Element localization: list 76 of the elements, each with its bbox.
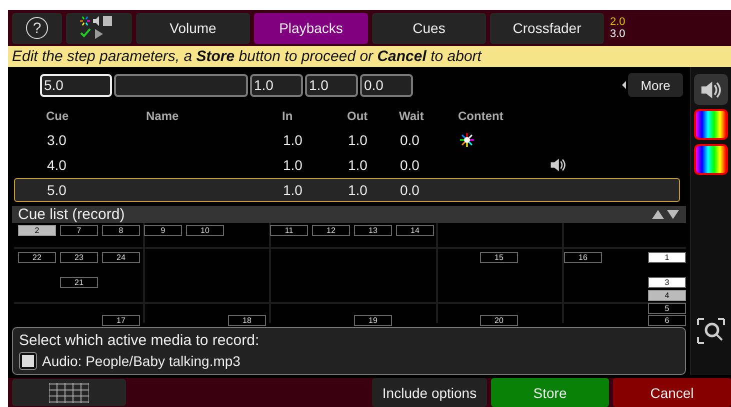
table-cell-text: 1.0 bbox=[283, 182, 304, 198]
speaker-button[interactable] bbox=[694, 74, 728, 105]
media-label: Audio: People/Baby talking.mp3 bbox=[42, 352, 240, 369]
playback-button[interactable]: 24 bbox=[102, 252, 140, 263]
table-cell-text: 3.0 bbox=[47, 132, 68, 148]
input-field[interactable]: 0.0 bbox=[360, 74, 413, 97]
table-cell-text: 1.0 bbox=[348, 156, 368, 173]
options-button[interactable]: Include options bbox=[372, 378, 487, 407]
cue-row[interactable]: 4.0 1.0 1.0 0.0 bbox=[14, 153, 680, 176]
playback-button[interactable]: 14 bbox=[396, 224, 434, 236]
cancel-button[interactable]: Cancel bbox=[613, 378, 731, 407]
checkbox[interactable] bbox=[19, 352, 37, 370]
playback-button[interactable]: 23 bbox=[60, 252, 98, 263]
playback-button[interactable]: 19 bbox=[354, 314, 392, 326]
table-cell-text: 1.0 bbox=[348, 182, 368, 198]
playback-button[interactable]: 4 bbox=[648, 290, 686, 301]
color-button[interactable] bbox=[694, 144, 728, 175]
more-button[interactable]: More bbox=[628, 73, 683, 98]
content-filter-button[interactable] bbox=[66, 12, 132, 44]
playback-button[interactable]: 6 bbox=[648, 314, 686, 326]
table-cell-text: 4.0 bbox=[47, 156, 68, 173]
grid-icon bbox=[49, 382, 89, 402]
column-header: Wait bbox=[399, 109, 425, 124]
playback-button[interactable]: 7 bbox=[60, 224, 98, 236]
input-field[interactable]: 1.0 bbox=[305, 74, 358, 97]
playback-button[interactable]: 16 bbox=[564, 252, 602, 263]
tab[interactable]: Crossfader bbox=[490, 12, 604, 44]
playback-button[interactable]: 17 bbox=[102, 314, 140, 326]
cue-list-title: Cue list (record) bbox=[18, 206, 125, 223]
input-field[interactable] bbox=[114, 74, 248, 97]
instruction-text: Edit the step parameters, a Store button to proceed or Cancel to abort bbox=[8, 46, 731, 67]
store-button[interactable]: Store bbox=[491, 378, 609, 407]
playback-button[interactable]: 21 bbox=[60, 276, 98, 288]
column-header: Content bbox=[458, 109, 504, 124]
playback-button[interactable]: 11 bbox=[270, 224, 308, 236]
help-button[interactable]: ? bbox=[12, 12, 62, 44]
tab[interactable]: Playbacks bbox=[254, 12, 368, 44]
cue-number: 2.0 bbox=[610, 16, 626, 28]
column-header: Name bbox=[146, 109, 180, 124]
playback-button[interactable]: 22 bbox=[18, 252, 56, 263]
input-field[interactable]: 1.0 bbox=[250, 74, 303, 97]
input-field[interactable]: 5.0 bbox=[40, 74, 112, 97]
playback-button[interactable]: 12 bbox=[312, 224, 350, 236]
tab[interactable]: Volume bbox=[136, 12, 250, 44]
playback-button[interactable]: 10 bbox=[186, 224, 224, 236]
table-cell-text: 1.0 bbox=[348, 132, 368, 148]
media-prompt: Select which active media to record: bbox=[19, 332, 260, 349]
playback-button[interactable]: 13 bbox=[354, 224, 392, 236]
sort-arrows-icon[interactable] bbox=[652, 209, 680, 220]
table-cell-text: 1.0 bbox=[283, 132, 304, 148]
playback-button[interactable]: 3 bbox=[648, 276, 686, 288]
table-cell-text: 0.0 bbox=[400, 156, 420, 173]
table-cell-text: 0.0 bbox=[400, 132, 420, 148]
cue-row[interactable]: 5.0 1.0 1.0 0.0 bbox=[14, 178, 680, 202]
table-cell-text: 0.0 bbox=[400, 182, 420, 198]
grid-button[interactable] bbox=[12, 379, 126, 406]
table-cell-text: 5.0 bbox=[47, 182, 68, 198]
cue-row[interactable]: 3.0 1.0 1.0 0.0 bbox=[14, 128, 680, 152]
color-button[interactable] bbox=[694, 109, 728, 140]
playback-button[interactable]: 5 bbox=[648, 302, 686, 314]
playback-button[interactable]: 9 bbox=[144, 224, 182, 236]
zoom-icon[interactable] bbox=[696, 317, 726, 345]
playback-button[interactable]: 1 bbox=[648, 252, 686, 263]
playback-button[interactable]: 18 bbox=[228, 314, 266, 326]
column-header: In bbox=[282, 109, 294, 124]
table-cell-text: 1.0 bbox=[283, 156, 304, 173]
tab[interactable]: Cues bbox=[372, 12, 486, 44]
column-header: Out bbox=[347, 109, 369, 124]
light-icon bbox=[459, 132, 475, 148]
left-arrow-icon bbox=[622, 81, 626, 90]
cue-number: 3.0 bbox=[610, 28, 626, 40]
column-header: Cue bbox=[46, 109, 70, 124]
playback-button[interactable]: 15 bbox=[480, 252, 518, 263]
playback-button[interactable]: 8 bbox=[102, 224, 140, 236]
playback-button[interactable]: 20 bbox=[480, 314, 518, 326]
playback-button[interactable]: 2 bbox=[18, 224, 56, 236]
